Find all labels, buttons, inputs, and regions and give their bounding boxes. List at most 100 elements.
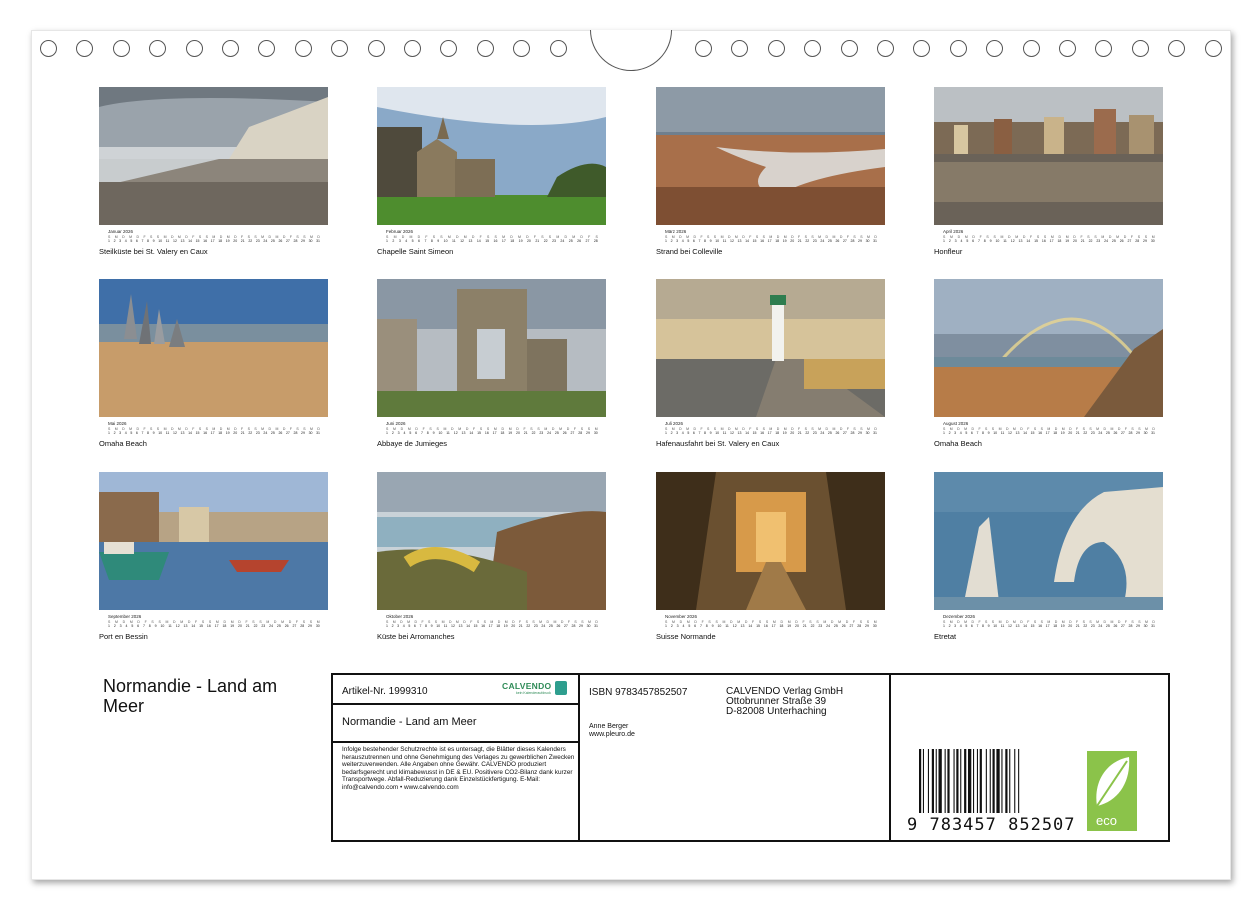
day-number-row: 1 2 3 4 5 6 7 8 9 10 11 12 13 14 15 16 17 18 19 20 21 22 23 24 2… [665, 624, 877, 628]
day-number: 15 [752, 431, 757, 435]
day-number: 8 [983, 239, 986, 243]
month-photo [377, 472, 606, 610]
day-number: 2 [670, 624, 673, 628]
day-number: 12 [460, 239, 465, 243]
day-number: 2 [391, 624, 394, 628]
day-number: 30 [308, 239, 313, 243]
day-number: 3 [119, 431, 122, 435]
day-number: 2 [113, 239, 116, 243]
day-number: 13 [1015, 624, 1020, 628]
day-number: 22 [531, 431, 536, 435]
weekday-letter: M [838, 620, 842, 624]
day-number: 24 [1098, 431, 1103, 435]
weekday-letter: D [455, 235, 459, 239]
barcode-bar [979, 749, 982, 813]
day-number: 20 [238, 624, 242, 628]
barcode-bar [953, 749, 955, 813]
day-number: 6 [694, 624, 697, 628]
day-number: 2 [670, 431, 673, 435]
info-box: Artikel-Nr. 1999310 CALVENDO kein Kalend… [331, 673, 1170, 842]
day-number: 6 [972, 239, 975, 243]
month-tile: Oktober 2026 S M D M D F S S M D M D F S S M D M D F S S M D M D F S… [377, 472, 606, 641]
day-number: 2 [948, 624, 951, 628]
day-number: 18 [779, 624, 784, 628]
day-number: 11 [452, 239, 456, 243]
day-number: 30 [593, 431, 598, 435]
calvendo-logo: CALVENDO [502, 681, 552, 691]
photo-caption: Honfleur [934, 247, 963, 256]
day-number: 31 [316, 431, 320, 435]
day-number: 23 [533, 624, 538, 628]
day-number: 18 [496, 624, 501, 628]
day-number: 30 [1143, 431, 1148, 435]
barcode-bar [947, 749, 950, 813]
day-number: 30 [865, 431, 870, 435]
day-number: 21 [518, 624, 523, 628]
day-number: 27 [285, 431, 290, 435]
day-number: 21 [240, 239, 245, 243]
month-photo [377, 87, 606, 225]
day-number: 8 [982, 431, 984, 435]
day-number: 9 [154, 624, 157, 628]
barcode-bar [922, 749, 924, 813]
day-number: 22 [1083, 624, 1088, 628]
day-number: 4 [681, 239, 684, 243]
weekday-letter: F [421, 620, 424, 624]
weekday-letter: M [281, 620, 285, 624]
weekday-letter: D [401, 235, 405, 239]
day-number: 11 [722, 431, 727, 435]
day-number: 9 [711, 624, 714, 628]
day-number: 9 [987, 624, 990, 628]
weekday-letter: D [845, 620, 849, 624]
day-number: 25 [1105, 624, 1110, 628]
day-number: 22 [810, 624, 815, 628]
day-number: 31 [1151, 431, 1155, 435]
barcode-bar [935, 749, 937, 813]
day-number: 26 [562, 431, 567, 435]
day-number: 19 [1065, 239, 1070, 243]
day-number-row: 1 2 3 4 5 6 7 8 9 10 11 12 13 14 15 16 17 18 19 20 21 22 23 24 2… [386, 239, 598, 243]
month-photo [99, 87, 328, 225]
day-number: 13 [180, 239, 185, 243]
day-number: 7 [420, 431, 423, 435]
day-number: 18 [1057, 239, 1062, 243]
day-number: 6 [692, 431, 695, 435]
binding-hole [76, 40, 94, 57]
barcode-bar [1018, 749, 1020, 813]
day-number: 9 [709, 239, 712, 243]
day-number: 3 [119, 624, 122, 628]
barcode-bar [944, 749, 946, 813]
weekday-letter: M [1116, 235, 1120, 239]
day-number: 5 [687, 239, 690, 243]
day-number: 11 [722, 239, 727, 243]
day-number: 7 [142, 624, 145, 628]
month-tile: April 2026 S M D M D F S S M D M D F S S M D M D F S S M D M D F S S M… [934, 87, 1163, 256]
weekday-letter: D [744, 620, 748, 624]
day-number: 7 [699, 624, 702, 628]
barcode-bar [992, 749, 995, 813]
weekday-letter: M [447, 235, 451, 239]
day-number: 13 [1015, 431, 1020, 435]
day-number: 25 [270, 239, 275, 243]
day-number: 28 [571, 624, 576, 628]
binding-hole [840, 40, 858, 57]
weekday-letter: S [708, 620, 711, 624]
day-number: 23 [255, 431, 260, 435]
day-number: 14 [188, 239, 192, 243]
day-number: 29 [1136, 431, 1140, 435]
day-number: 29 [308, 624, 312, 628]
day-number: 19 [518, 239, 523, 243]
day-number: 20 [1068, 431, 1073, 435]
day-number: 26 [835, 431, 840, 435]
day-number: 31 [873, 431, 877, 435]
day-number: 12 [1010, 239, 1015, 243]
day-number: 8 [425, 624, 427, 628]
day-number: 6 [135, 239, 138, 243]
day-number: 19 [787, 624, 792, 628]
day-number-row: 1 2 3 4 5 6 7 8 9 10 11 12 13 14 15 16 17 18 19 20 21 22 23 24 2… [943, 624, 1155, 628]
day-number: 28 [850, 431, 855, 435]
day-number: 19 [1060, 624, 1065, 628]
photo-caption: Chapelle Saint Simeon [377, 247, 454, 256]
day-number: 15 [195, 239, 200, 243]
day-number: 18 [500, 431, 505, 435]
